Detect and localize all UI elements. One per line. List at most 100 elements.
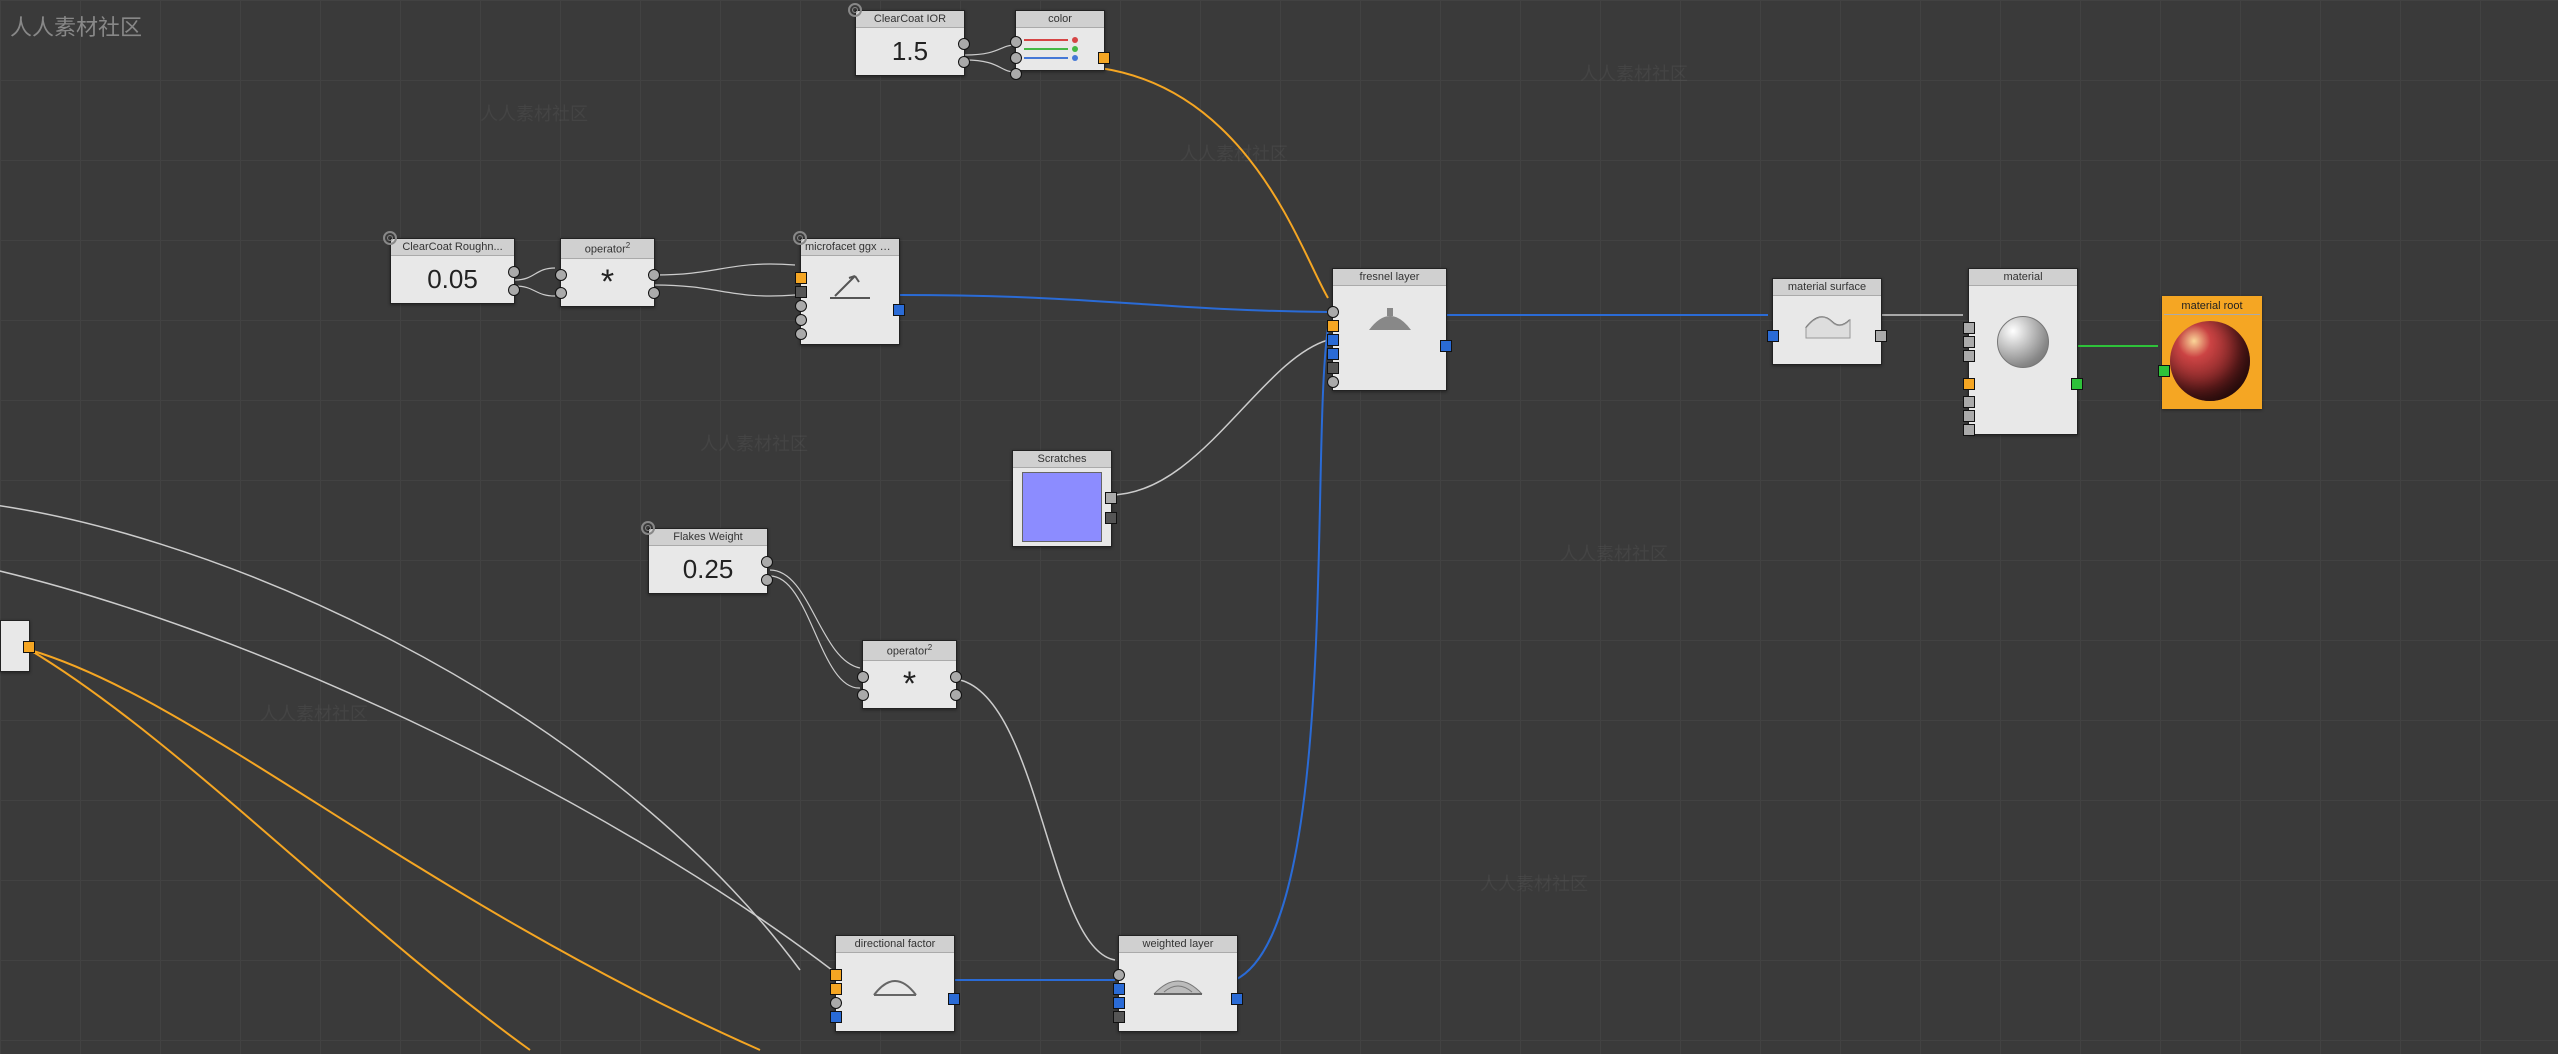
surface-icon xyxy=(1797,304,1857,344)
input-port[interactable] xyxy=(857,689,869,701)
output-port[interactable] xyxy=(648,287,660,299)
input-port[interactable] xyxy=(555,287,567,299)
node-clearcoat-roughness[interactable]: ClearCoat Roughn... 0.05 xyxy=(390,238,515,304)
node-weighted-layer[interactable]: weighted layer xyxy=(1118,935,1238,1032)
output-port[interactable] xyxy=(948,993,960,1005)
input-port[interactable] xyxy=(555,269,567,281)
exposed-indicator-icon xyxy=(848,3,862,17)
node-fresnel-layer[interactable]: fresnel layer xyxy=(1332,268,1447,391)
operator-symbol: * xyxy=(863,661,956,708)
node-title: material surface xyxy=(1773,279,1881,296)
input-port[interactable] xyxy=(1010,68,1022,80)
input-port[interactable] xyxy=(1327,320,1339,332)
output-port[interactable] xyxy=(950,689,962,701)
node-value[interactable]: 1.5 xyxy=(856,28,964,75)
output-port[interactable] xyxy=(761,574,773,586)
offscreen-node[interactable] xyxy=(0,620,30,672)
node-title: material xyxy=(1969,269,2077,286)
node-microfacet-ggx[interactable]: microfacet ggx sm... xyxy=(800,238,900,345)
input-port[interactable] xyxy=(1010,36,1022,48)
node-title: ClearCoat Roughn... xyxy=(391,239,514,256)
output-port[interactable] xyxy=(23,641,35,653)
node-operator-multiply-1[interactable]: operator2 * xyxy=(560,238,655,307)
node-title: ClearCoat IOR xyxy=(856,11,964,28)
node-value[interactable]: 0.05 xyxy=(391,256,514,303)
input-port[interactable] xyxy=(830,997,842,1009)
output-port[interactable] xyxy=(508,266,520,278)
node-scratches[interactable]: Scratches xyxy=(1012,450,1112,547)
input-port[interactable] xyxy=(857,671,869,683)
node-value[interactable]: 0.25 xyxy=(649,546,767,593)
node-title: operator2 xyxy=(863,641,956,661)
input-port[interactable] xyxy=(1963,396,1975,408)
input-port[interactable] xyxy=(1963,378,1975,390)
input-port[interactable] xyxy=(1113,969,1125,981)
operator-symbol: * xyxy=(561,259,654,306)
output-port[interactable] xyxy=(508,284,520,296)
input-port[interactable] xyxy=(1327,362,1339,374)
output-port[interactable] xyxy=(2071,378,2083,390)
input-port[interactable] xyxy=(1010,52,1022,64)
output-port[interactable] xyxy=(958,38,970,50)
node-material[interactable]: material xyxy=(1968,268,2078,435)
exposed-indicator-icon xyxy=(641,521,655,535)
input-port[interactable] xyxy=(795,314,807,326)
input-port[interactable] xyxy=(1963,336,1975,348)
input-port[interactable] xyxy=(1963,350,1975,362)
node-graph-canvas[interactable] xyxy=(0,0,2558,1054)
input-port[interactable] xyxy=(795,300,807,312)
node-title: operator2 xyxy=(561,239,654,259)
weighted-icon xyxy=(1148,963,1208,1003)
output-port[interactable] xyxy=(761,556,773,568)
node-title: Scratches xyxy=(1013,451,1111,468)
node-title: color xyxy=(1016,11,1104,28)
output-port[interactable] xyxy=(1875,330,1887,342)
input-port[interactable] xyxy=(1327,376,1339,388)
exposed-indicator-icon xyxy=(383,231,397,245)
input-port[interactable] xyxy=(830,1011,842,1023)
input-port[interactable] xyxy=(1113,1011,1125,1023)
input-port[interactable] xyxy=(1963,410,1975,422)
input-port[interactable] xyxy=(1327,348,1339,360)
node-material-surface[interactable]: material surface xyxy=(1772,278,1882,365)
input-port[interactable] xyxy=(830,969,842,981)
output-port[interactable] xyxy=(1231,993,1243,1005)
material-sphere-icon xyxy=(1995,314,2051,370)
input-port[interactable] xyxy=(795,328,807,340)
input-port[interactable] xyxy=(1113,997,1125,1009)
directional-icon xyxy=(865,963,925,1003)
node-clearcoat-ior[interactable]: ClearCoat IOR 1.5 xyxy=(855,10,965,76)
texture-swatch xyxy=(1022,472,1102,542)
output-port[interactable] xyxy=(1105,492,1117,504)
input-port[interactable] xyxy=(1767,330,1779,342)
node-directional-factor[interactable]: directional factor xyxy=(835,935,955,1032)
node-title: material root xyxy=(2164,298,2260,315)
input-port[interactable] xyxy=(1963,322,1975,334)
output-port[interactable] xyxy=(1098,52,1110,64)
input-port[interactable] xyxy=(830,983,842,995)
node-title: microfacet ggx sm... xyxy=(801,239,899,256)
node-operator-multiply-2[interactable]: operator2 * xyxy=(862,640,957,709)
input-port[interactable] xyxy=(795,286,807,298)
node-title: weighted layer xyxy=(1119,936,1237,953)
node-title: directional factor xyxy=(836,936,954,953)
input-port[interactable] xyxy=(1963,424,1975,436)
node-flakes-weight[interactable]: Flakes Weight 0.25 xyxy=(648,528,768,594)
output-port[interactable] xyxy=(958,56,970,68)
node-title: fresnel layer xyxy=(1333,269,1446,286)
input-port[interactable] xyxy=(1113,983,1125,995)
output-port[interactable] xyxy=(648,269,660,281)
input-port[interactable] xyxy=(795,272,807,284)
output-port[interactable] xyxy=(893,304,905,316)
input-port[interactable] xyxy=(2158,365,2170,377)
input-port[interactable] xyxy=(1327,306,1339,318)
watermark-text: 人人素材社区 xyxy=(10,10,142,42)
node-material-root[interactable]: material root xyxy=(2162,296,2262,409)
output-port[interactable] xyxy=(1440,340,1452,352)
output-port[interactable] xyxy=(1105,512,1117,524)
material-preview-icon xyxy=(2170,321,2250,401)
color-channels-icon xyxy=(1016,28,1086,70)
output-port[interactable] xyxy=(950,671,962,683)
node-color[interactable]: color xyxy=(1015,10,1105,71)
input-port[interactable] xyxy=(1327,334,1339,346)
